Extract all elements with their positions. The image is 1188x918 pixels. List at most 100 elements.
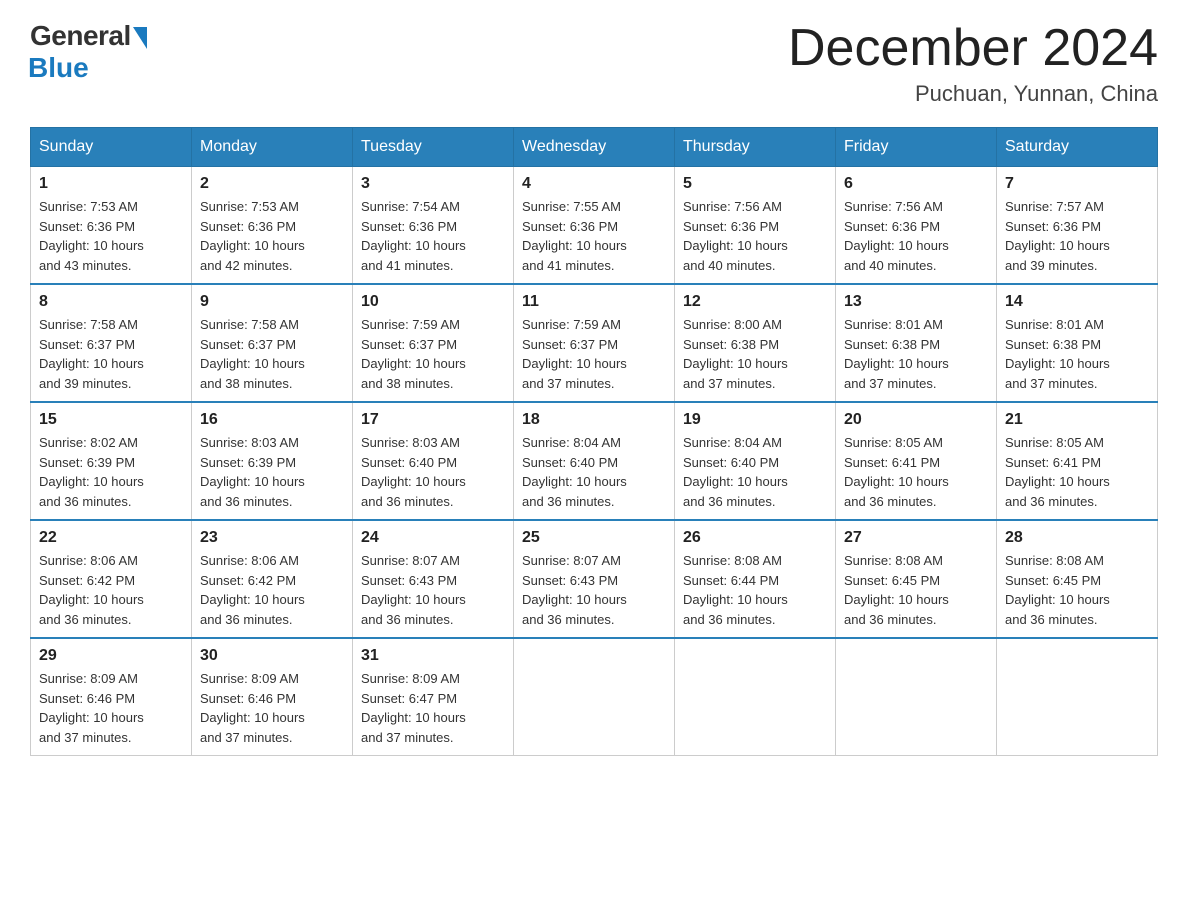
day-info: Sunrise: 8:06 AM Sunset: 6:42 PM Dayligh…	[39, 551, 183, 629]
day-info: Sunrise: 8:03 AM Sunset: 6:39 PM Dayligh…	[200, 433, 344, 511]
day-number: 15	[39, 411, 183, 429]
day-number: 21	[1005, 411, 1149, 429]
day-number: 4	[522, 175, 666, 193]
day-info: Sunrise: 8:08 AM Sunset: 6:45 PM Dayligh…	[844, 551, 988, 629]
calendar-cell: 5 Sunrise: 7:56 AM Sunset: 6:36 PM Dayli…	[675, 167, 836, 285]
day-info: Sunrise: 8:05 AM Sunset: 6:41 PM Dayligh…	[844, 433, 988, 511]
day-number: 1	[39, 175, 183, 193]
day-info: Sunrise: 8:02 AM Sunset: 6:39 PM Dayligh…	[39, 433, 183, 511]
day-number: 18	[522, 411, 666, 429]
calendar-cell	[836, 638, 997, 756]
calendar-header-sunday: Sunday	[31, 128, 192, 167]
calendar-cell: 8 Sunrise: 7:58 AM Sunset: 6:37 PM Dayli…	[31, 284, 192, 402]
day-number: 20	[844, 411, 988, 429]
calendar-header-monday: Monday	[192, 128, 353, 167]
calendar-week-row: 29 Sunrise: 8:09 AM Sunset: 6:46 PM Dayl…	[31, 638, 1158, 756]
day-info: Sunrise: 8:00 AM Sunset: 6:38 PM Dayligh…	[683, 315, 827, 393]
calendar-cell: 28 Sunrise: 8:08 AM Sunset: 6:45 PM Dayl…	[997, 520, 1158, 638]
day-info: Sunrise: 7:53 AM Sunset: 6:36 PM Dayligh…	[39, 197, 183, 275]
day-info: Sunrise: 8:03 AM Sunset: 6:40 PM Dayligh…	[361, 433, 505, 511]
day-number: 27	[844, 529, 988, 547]
day-info: Sunrise: 8:04 AM Sunset: 6:40 PM Dayligh…	[522, 433, 666, 511]
day-number: 8	[39, 293, 183, 311]
calendar-cell: 24 Sunrise: 8:07 AM Sunset: 6:43 PM Dayl…	[353, 520, 514, 638]
day-number: 9	[200, 293, 344, 311]
calendar-header-saturday: Saturday	[997, 128, 1158, 167]
day-info: Sunrise: 8:09 AM Sunset: 6:46 PM Dayligh…	[200, 669, 344, 747]
calendar-cell: 18 Sunrise: 8:04 AM Sunset: 6:40 PM Dayl…	[514, 402, 675, 520]
day-info: Sunrise: 8:01 AM Sunset: 6:38 PM Dayligh…	[844, 315, 988, 393]
day-info: Sunrise: 8:05 AM Sunset: 6:41 PM Dayligh…	[1005, 433, 1149, 511]
calendar-week-row: 15 Sunrise: 8:02 AM Sunset: 6:39 PM Dayl…	[31, 402, 1158, 520]
page-header: General Blue December 2024 Puchuan, Yunn…	[30, 20, 1158, 107]
day-number: 17	[361, 411, 505, 429]
calendar-header-wednesday: Wednesday	[514, 128, 675, 167]
calendar-cell: 19 Sunrise: 8:04 AM Sunset: 6:40 PM Dayl…	[675, 402, 836, 520]
logo: General Blue	[30, 20, 147, 84]
calendar-cell: 13 Sunrise: 8:01 AM Sunset: 6:38 PM Dayl…	[836, 284, 997, 402]
calendar-cell: 30 Sunrise: 8:09 AM Sunset: 6:46 PM Dayl…	[192, 638, 353, 756]
calendar-cell: 2 Sunrise: 7:53 AM Sunset: 6:36 PM Dayli…	[192, 167, 353, 285]
day-number: 28	[1005, 529, 1149, 547]
day-number: 12	[683, 293, 827, 311]
day-info: Sunrise: 7:56 AM Sunset: 6:36 PM Dayligh…	[844, 197, 988, 275]
day-info: Sunrise: 7:59 AM Sunset: 6:37 PM Dayligh…	[522, 315, 666, 393]
day-number: 11	[522, 293, 666, 311]
calendar-cell: 31 Sunrise: 8:09 AM Sunset: 6:47 PM Dayl…	[353, 638, 514, 756]
day-info: Sunrise: 8:08 AM Sunset: 6:45 PM Dayligh…	[1005, 551, 1149, 629]
calendar-header-row: SundayMondayTuesdayWednesdayThursdayFrid…	[31, 128, 1158, 167]
calendar-cell: 14 Sunrise: 8:01 AM Sunset: 6:38 PM Dayl…	[997, 284, 1158, 402]
calendar-cell: 29 Sunrise: 8:09 AM Sunset: 6:46 PM Dayl…	[31, 638, 192, 756]
day-number: 26	[683, 529, 827, 547]
month-title: December 2024	[788, 20, 1158, 77]
calendar-cell: 12 Sunrise: 8:00 AM Sunset: 6:38 PM Dayl…	[675, 284, 836, 402]
calendar-cell	[675, 638, 836, 756]
location-title: Puchuan, Yunnan, China	[788, 81, 1158, 107]
day-info: Sunrise: 8:09 AM Sunset: 6:46 PM Dayligh…	[39, 669, 183, 747]
calendar-week-row: 1 Sunrise: 7:53 AM Sunset: 6:36 PM Dayli…	[31, 167, 1158, 285]
day-number: 22	[39, 529, 183, 547]
day-info: Sunrise: 8:07 AM Sunset: 6:43 PM Dayligh…	[522, 551, 666, 629]
calendar-cell: 25 Sunrise: 8:07 AM Sunset: 6:43 PM Dayl…	[514, 520, 675, 638]
day-info: Sunrise: 8:07 AM Sunset: 6:43 PM Dayligh…	[361, 551, 505, 629]
logo-arrow-icon	[133, 27, 147, 49]
calendar-cell: 6 Sunrise: 7:56 AM Sunset: 6:36 PM Dayli…	[836, 167, 997, 285]
day-number: 23	[200, 529, 344, 547]
calendar-cell: 17 Sunrise: 8:03 AM Sunset: 6:40 PM Dayl…	[353, 402, 514, 520]
day-info: Sunrise: 7:53 AM Sunset: 6:36 PM Dayligh…	[200, 197, 344, 275]
calendar-cell: 15 Sunrise: 8:02 AM Sunset: 6:39 PM Dayl…	[31, 402, 192, 520]
day-number: 2	[200, 175, 344, 193]
calendar-cell: 26 Sunrise: 8:08 AM Sunset: 6:44 PM Dayl…	[675, 520, 836, 638]
day-info: Sunrise: 8:04 AM Sunset: 6:40 PM Dayligh…	[683, 433, 827, 511]
day-number: 6	[844, 175, 988, 193]
calendar-cell: 16 Sunrise: 8:03 AM Sunset: 6:39 PM Dayl…	[192, 402, 353, 520]
calendar-table: SundayMondayTuesdayWednesdayThursdayFrid…	[30, 127, 1158, 756]
calendar-week-row: 8 Sunrise: 7:58 AM Sunset: 6:37 PM Dayli…	[31, 284, 1158, 402]
calendar-header-thursday: Thursday	[675, 128, 836, 167]
day-info: Sunrise: 7:58 AM Sunset: 6:37 PM Dayligh…	[39, 315, 183, 393]
day-number: 7	[1005, 175, 1149, 193]
day-info: Sunrise: 8:09 AM Sunset: 6:47 PM Dayligh…	[361, 669, 505, 747]
day-info: Sunrise: 7:59 AM Sunset: 6:37 PM Dayligh…	[361, 315, 505, 393]
day-info: Sunrise: 8:08 AM Sunset: 6:44 PM Dayligh…	[683, 551, 827, 629]
calendar-header-tuesday: Tuesday	[353, 128, 514, 167]
day-number: 24	[361, 529, 505, 547]
day-number: 31	[361, 647, 505, 665]
calendar-cell	[997, 638, 1158, 756]
day-number: 13	[844, 293, 988, 311]
day-number: 29	[39, 647, 183, 665]
day-number: 16	[200, 411, 344, 429]
day-info: Sunrise: 7:55 AM Sunset: 6:36 PM Dayligh…	[522, 197, 666, 275]
calendar-cell: 11 Sunrise: 7:59 AM Sunset: 6:37 PM Dayl…	[514, 284, 675, 402]
calendar-cell: 21 Sunrise: 8:05 AM Sunset: 6:41 PM Dayl…	[997, 402, 1158, 520]
day-number: 3	[361, 175, 505, 193]
day-number: 5	[683, 175, 827, 193]
calendar-cell: 20 Sunrise: 8:05 AM Sunset: 6:41 PM Dayl…	[836, 402, 997, 520]
day-info: Sunrise: 7:54 AM Sunset: 6:36 PM Dayligh…	[361, 197, 505, 275]
calendar-cell	[514, 638, 675, 756]
day-info: Sunrise: 8:06 AM Sunset: 6:42 PM Dayligh…	[200, 551, 344, 629]
calendar-cell: 1 Sunrise: 7:53 AM Sunset: 6:36 PM Dayli…	[31, 167, 192, 285]
calendar-cell: 23 Sunrise: 8:06 AM Sunset: 6:42 PM Dayl…	[192, 520, 353, 638]
day-number: 25	[522, 529, 666, 547]
calendar-cell: 27 Sunrise: 8:08 AM Sunset: 6:45 PM Dayl…	[836, 520, 997, 638]
